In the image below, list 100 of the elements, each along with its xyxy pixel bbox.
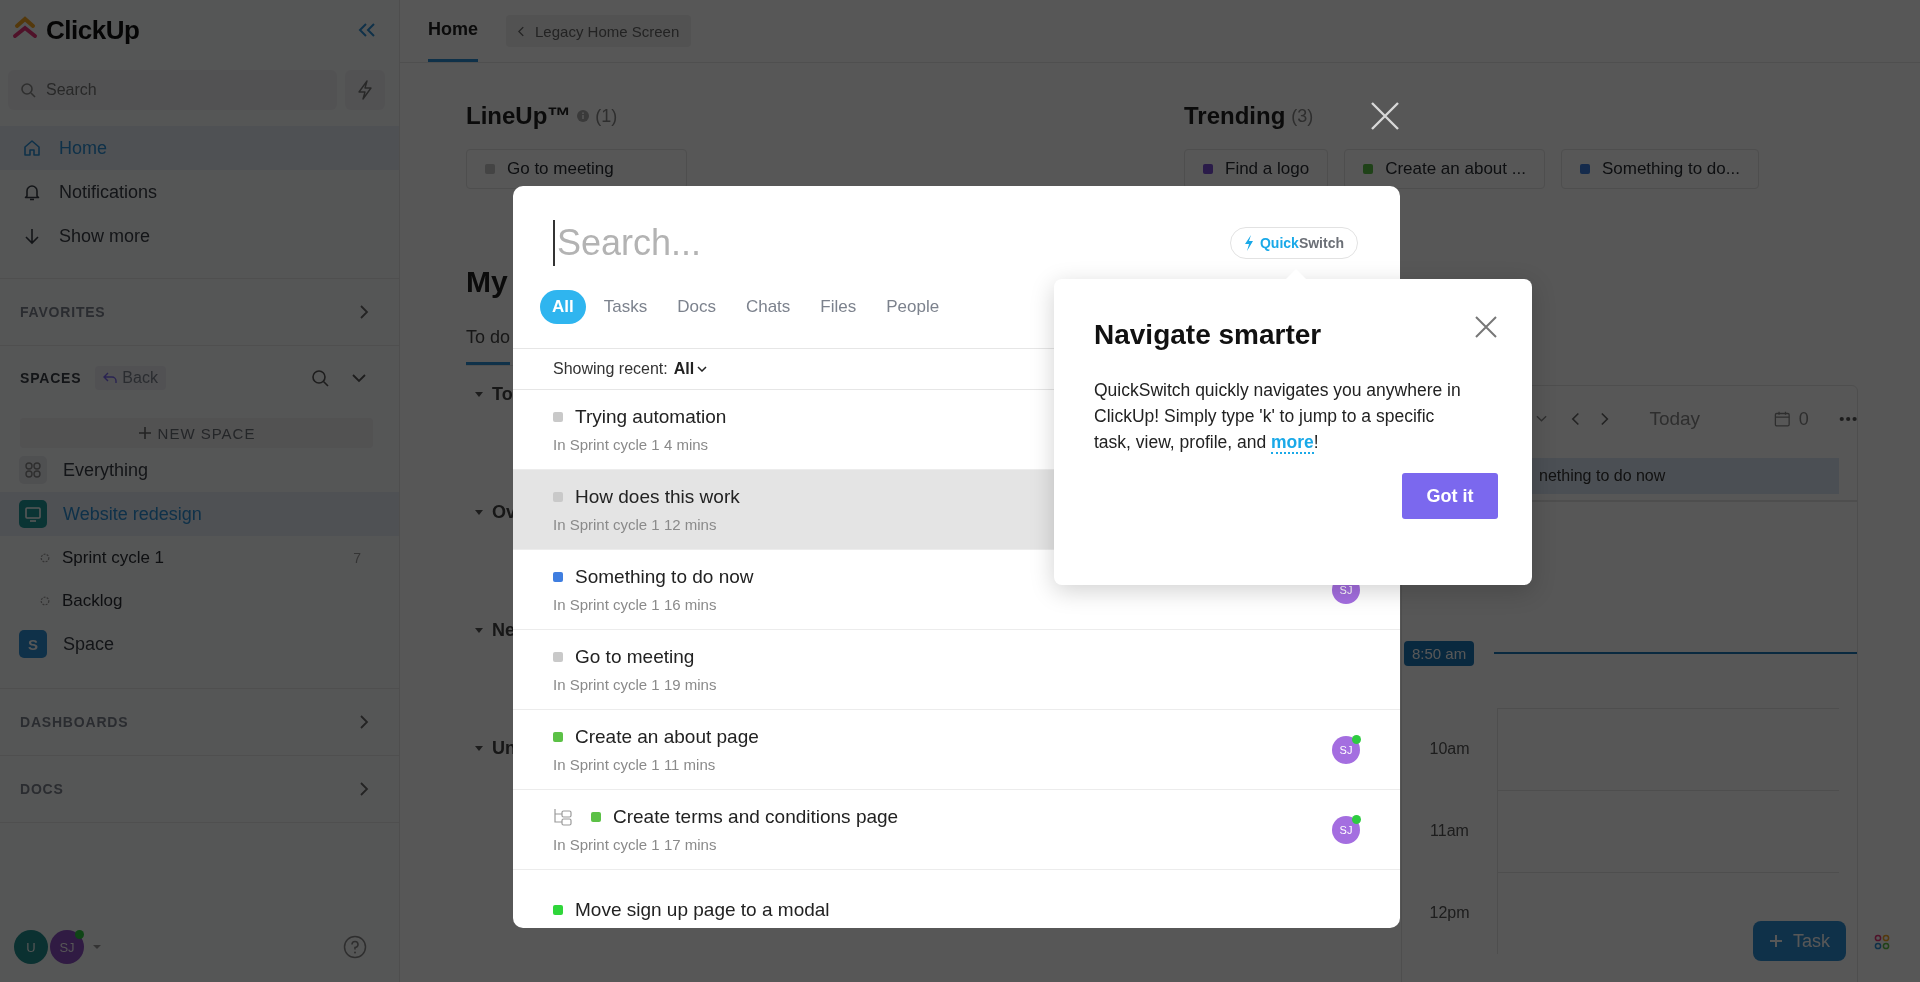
caret-icon[interactable] [474, 389, 484, 399]
filter-tab[interactable]: All [540, 290, 586, 324]
task-title: How does this work [575, 486, 740, 508]
task-location: In Sprint cycle 1 4 mins [553, 436, 709, 453]
search-result[interactable]: Create terms and conditions page In Sprint cycle 1 17 mins SJ [513, 790, 1400, 870]
chevron-right-icon[interactable] [359, 714, 369, 730]
task-title: Go to meeting [575, 646, 695, 668]
recent-filter-dropdown[interactable]: All [673, 360, 708, 378]
grid-icon [19, 456, 47, 484]
got-it-button[interactable]: Got it [1402, 473, 1498, 519]
collapse-icon[interactable] [357, 22, 377, 38]
filter-tab[interactable]: Docs [665, 290, 728, 324]
task-location: In Sprint cycle 1 11 mins [553, 756, 716, 773]
home-tab[interactable]: Home [428, 0, 478, 62]
task-card[interactable]: Create an about ... [1344, 149, 1545, 189]
chevron-down-icon[interactable] [351, 373, 367, 383]
task-location: In Sprint cycle 1 12 mins [553, 516, 717, 533]
add-task-button[interactable]: Task [1753, 921, 1846, 961]
caret-icon[interactable] [92, 944, 102, 950]
task-location: In Sprint cycle 1 17 mins [553, 836, 717, 853]
section-title[interactable]: SPACES [20, 370, 82, 386]
task-title: Go to meeting [507, 159, 614, 179]
status-circle-icon [40, 595, 50, 606]
section-title: LineUp™ [466, 102, 572, 130]
hour-label: 10am [1428, 739, 1471, 759]
search-result[interactable]: Create an about page In Sprint cycle 1 11 mins SJ [513, 710, 1400, 790]
work-tab[interactable]: To do [466, 315, 511, 365]
monitor-icon [19, 500, 47, 528]
chevron-down-icon[interactable] [1536, 415, 1547, 423]
task-card[interactable]: Go to meeting [466, 149, 687, 189]
nav-item[interactable]: Home [0, 126, 399, 170]
group-title[interactable]: Ne [492, 620, 515, 641]
search-icon[interactable] [311, 369, 329, 387]
caret-icon[interactable] [474, 625, 484, 635]
arrow-down-icon [22, 226, 42, 246]
plus-icon [1769, 934, 1783, 948]
search-result[interactable]: Move sign up page to a modal [513, 870, 1400, 928]
task-title: Something to do... [1601, 159, 1740, 179]
bell-icon [22, 182, 42, 202]
task-card[interactable]: Something to do... [1560, 149, 1759, 189]
task-location: In Sprint cycle 1 19 mins [553, 676, 717, 693]
close-icon[interactable] [1474, 315, 1498, 339]
home-icon [22, 138, 42, 158]
lightning-icon [357, 80, 373, 100]
chevron-right-icon[interactable] [1600, 411, 1610, 427]
chevron-right-icon[interactable] [359, 304, 369, 320]
task-title: Find a logo [1225, 159, 1310, 179]
plus-icon [137, 426, 152, 440]
assignee-avatar: SJ [1332, 815, 1360, 844]
space-item[interactable]: S Space [0, 622, 399, 666]
task-title: Create an about ... [1385, 159, 1526, 179]
hour-label: 12pm [1428, 903, 1471, 923]
task-title: Trying automation [575, 406, 727, 428]
calendar-icon[interactable] [1774, 410, 1791, 428]
popover-title: Navigate smarter [1094, 319, 1322, 351]
filter-tab[interactable]: Chats [733, 290, 803, 324]
logo-text: ClickUp [46, 14, 140, 46]
user-avatar[interactable]: SJ [50, 930, 84, 964]
space-avatar: S [19, 630, 47, 658]
current-time-badge: 8:50 am [1404, 641, 1475, 666]
more-icon[interactable] [1838, 416, 1857, 422]
section-title: My [466, 265, 509, 300]
chevron-right-icon[interactable] [359, 781, 369, 797]
list-item[interactable]: Backlog [0, 579, 399, 622]
quick-action-button[interactable] [345, 70, 385, 110]
filter-tab[interactable]: People [874, 290, 952, 324]
caret-icon[interactable] [474, 743, 484, 753]
assignee-avatar: SJ [1332, 735, 1360, 764]
chevron-left-icon [518, 25, 525, 37]
task-title: Something to do now [575, 566, 754, 588]
undo-arrow-icon [103, 372, 118, 384]
space-item[interactable]: Everything [0, 448, 399, 492]
task-location: In Sprint cycle 1 16 mins [553, 596, 717, 613]
group-title[interactable]: To [492, 384, 513, 405]
task-title: Create an about page [575, 726, 759, 748]
quickswitch-badge[interactable]: QuickSwitch [1229, 227, 1358, 259]
filter-tab[interactable]: Files [808, 290, 869, 324]
help-icon[interactable] [343, 935, 367, 959]
list-name: Sprint cycle 1 [62, 547, 165, 568]
more-link[interactable]: more [1271, 432, 1314, 454]
task-title: Move sign up page to a modal [575, 898, 830, 921]
recent-label: Showing recent: [553, 360, 668, 378]
chevron-left-icon[interactable] [1571, 411, 1581, 427]
search-icon [20, 82, 36, 98]
task-title: Create terms and conditions page [613, 806, 899, 828]
status-circle-icon [40, 552, 50, 563]
user-avatar[interactable]: U [14, 930, 48, 964]
filter-tab[interactable]: Tasks [591, 290, 660, 324]
caret-icon[interactable] [474, 507, 484, 517]
nav-item[interactable]: Show more [0, 214, 399, 258]
chevron-down-icon [697, 366, 708, 372]
task-card[interactable]: Find a logo [1184, 149, 1329, 189]
space-item[interactable]: Website redesign [0, 492, 399, 536]
search-result[interactable]: Go to meeting In Sprint cycle 1 19 mins [513, 630, 1400, 710]
section-title: Trending [1184, 102, 1286, 130]
info-icon[interactable] [577, 110, 590, 122]
hour-label: 11am [1429, 821, 1470, 841]
apps-grid-icon [1874, 934, 1890, 950]
nav-item[interactable]: Notifications [0, 170, 399, 214]
list-name: Backlog [62, 590, 123, 611]
